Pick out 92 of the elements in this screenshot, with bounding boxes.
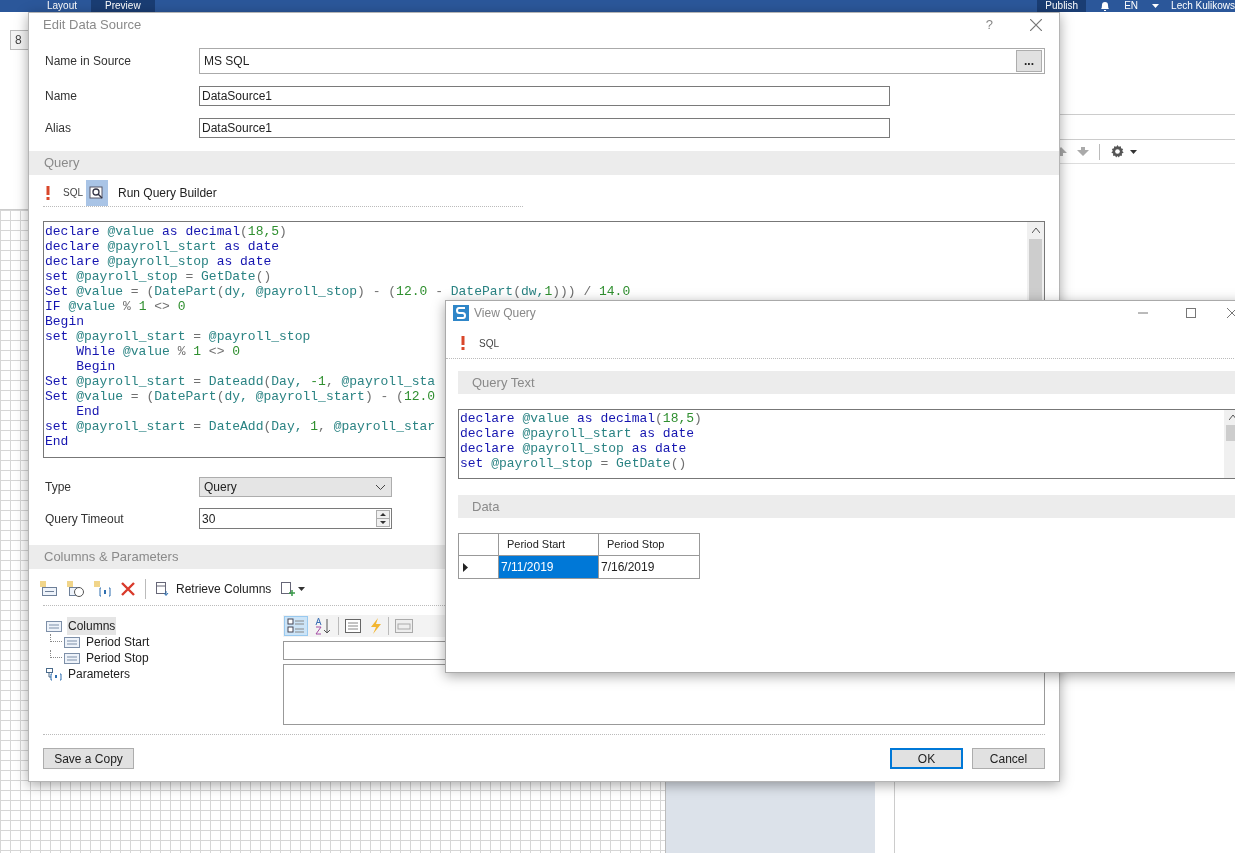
publish-button[interactable]: Publish [1037, 0, 1087, 12]
code-line: Set @payroll_start = Dateadd(Day, -1, @payroll_sta [45, 374, 436, 389]
column-header[interactable]: Period Start [499, 534, 599, 555]
code-line: Set @value = (DatePart(dy, @payroll_start) - (12.0 [45, 389, 436, 404]
code-line: Begin [75, 359, 116, 374]
column-icon [46, 620, 62, 632]
tree-item[interactable]: Parameters [67, 665, 132, 683]
query-builder-icon[interactable] [86, 179, 108, 206]
down-arrow-icon[interactable] [1077, 147, 1089, 156]
field-label: Alias [45, 120, 72, 137]
code-line: declare @payroll_start as date [460, 426, 695, 441]
retrieve-columns-button[interactable]: Retrieve Columns [156, 579, 272, 598]
code-line: declare @payroll_stop as date [45, 254, 272, 269]
caret-icon [1152, 4, 1160, 8]
sort-icon [314, 617, 332, 635]
view-toggle[interactable] [342, 616, 364, 636]
add-parameter-icon[interactable] [94, 580, 111, 597]
chevron-down-icon [376, 484, 385, 490]
caret-icon [1130, 149, 1137, 154]
ribbon-tab[interactable]: Preview [91, 0, 155, 12]
tree-item[interactable]: Period Stop [85, 649, 150, 667]
code-line: set @payroll_start = @payroll_stop [45, 329, 311, 344]
sql-viewer[interactable]: declare @value as decimal(18,5) declare @payroll_start as date declare @payroll_stop as date set @payroll_stop = GetDate() [458, 409, 1235, 479]
code-line: End [45, 434, 69, 449]
view-toggle[interactable] [284, 616, 308, 636]
code-line: set @payroll_stop = GetDate() [460, 456, 687, 471]
code-line: set @payroll_stop = GetDate() [45, 269, 272, 284]
column-icon [64, 636, 80, 648]
tree-item[interactable]: Period Start [85, 633, 151, 651]
delete-icon[interactable] [121, 581, 135, 596]
table-options-menu[interactable] [281, 581, 306, 596]
tree-item[interactable]: Columns [67, 617, 117, 635]
add-calculated-column-icon[interactable] [67, 580, 84, 597]
exclamation-icon [461, 336, 465, 350]
code-line: End [75, 404, 100, 419]
table-cell[interactable]: 7/11/2019 [499, 556, 599, 578]
code-line: Set @value = (DatePart(dy, @payroll_stop) - (12.0 - DatePart(dw,1))) / 14.0 [45, 284, 631, 299]
pages-icon [395, 619, 413, 633]
language-menu[interactable]: EN [1124, 0, 1160, 12]
help-button[interactable]: ? [985, 15, 993, 35]
section-header: Query [29, 151, 1059, 175]
sql-label: SQL [63, 186, 83, 200]
field-label: Type [45, 479, 72, 496]
ok-button[interactable]: OK [890, 748, 963, 769]
scroll-thumb[interactable] [1029, 239, 1042, 303]
code-line: declare @value as decimal(18,5) [45, 224, 287, 239]
table-icon [156, 581, 170, 596]
settings-icon [1110, 144, 1125, 159]
close-icon[interactable] [1030, 19, 1042, 31]
timeout-spinner[interactable]: 30 [199, 508, 392, 529]
code-line: declare @payroll_start as date [45, 239, 280, 254]
code-line: IF @value % 1 <> 0 [45, 299, 186, 314]
ribbon-tab[interactable]: Layout [33, 0, 92, 12]
view-toggle[interactable] [392, 616, 416, 636]
cancel-button[interactable]: Cancel [972, 748, 1045, 769]
code-line: While @value % 1 <> 0 [75, 344, 241, 359]
app-logo-icon [453, 305, 469, 321]
sql-label: SQL [479, 336, 499, 351]
scroll-up-icon[interactable] [1031, 228, 1040, 233]
add-column-icon[interactable] [40, 580, 57, 597]
text-field[interactable]: MS SQL ... [199, 48, 1045, 74]
parameters-icon [46, 667, 62, 681]
text-field[interactable]: DataSource1 [199, 118, 890, 138]
spin-arrows-icon[interactable] [376, 510, 390, 527]
code-line: Begin [45, 314, 84, 329]
field-label: Name [45, 88, 78, 105]
field-label: Query Timeout [45, 510, 125, 528]
exclamation-icon [46, 185, 50, 200]
code-line: declare @payroll_stop as date [460, 441, 687, 456]
scroll-up-icon[interactable] [1228, 415, 1235, 420]
lightning-icon [370, 618, 382, 634]
text-field[interactable]: DataSource1 [199, 86, 890, 106]
caret-icon [298, 586, 306, 591]
section-header: Query Text [458, 371, 1235, 394]
field-label: Name in Source [45, 53, 133, 70]
window-title: Edit Data Source [43, 16, 142, 35]
browse-button[interactable]: ... [1016, 50, 1042, 72]
maximize-icon[interactable] [1186, 308, 1196, 318]
table-add-icon [281, 581, 296, 596]
type-dropdown[interactable]: Query [199, 477, 392, 497]
properties-icon [345, 619, 361, 633]
settings-menu[interactable] [1110, 144, 1137, 159]
code-line: declare @value as decimal(18,5) [460, 411, 702, 426]
save-copy-button[interactable]: Save a Copy [43, 748, 134, 769]
close-icon[interactable] [1227, 308, 1235, 318]
categorized-icon [287, 618, 305, 634]
code-line: set @payroll_start = DateAdd(Day, 1, @payroll_star [45, 419, 436, 434]
run-query-builder-button[interactable]: Run Query Builder [118, 183, 217, 202]
user-name[interactable]: Lech Kulikows [1171, 0, 1235, 12]
window-title: View Query [474, 305, 536, 322]
column-icon [64, 652, 80, 664]
section-header: Data [458, 495, 1235, 518]
